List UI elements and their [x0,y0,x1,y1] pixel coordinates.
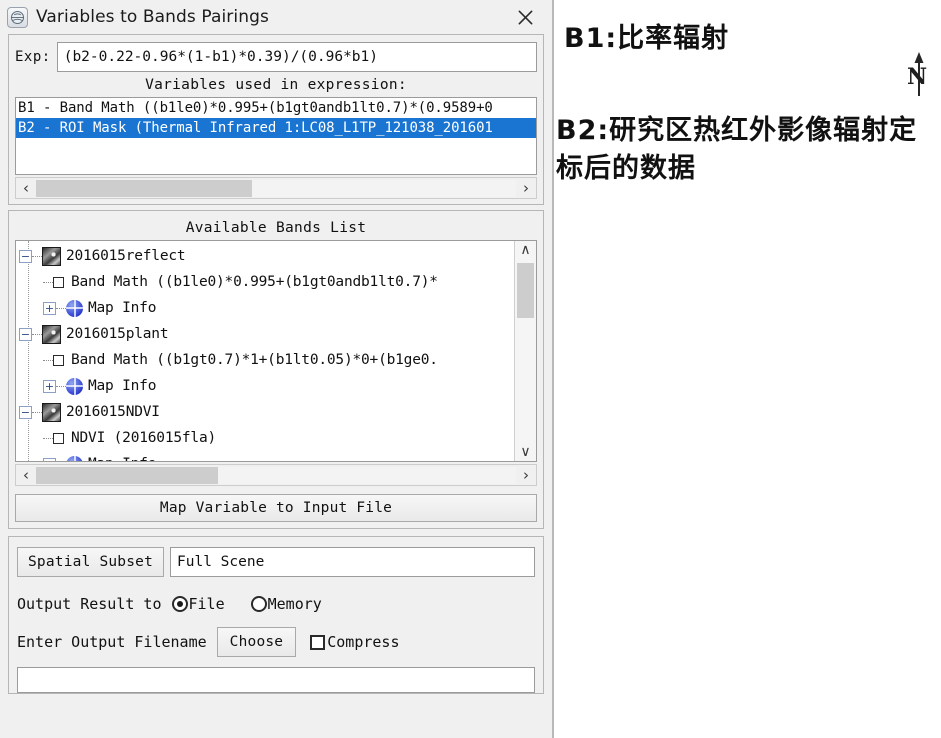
tree-node-label: 2016015plant [66,326,169,342]
tree-node-label: Map Info [88,378,157,394]
variables-used-listbox[interactable]: B1 - Band Math ((b1le0)*0.995+(b1gt0andb… [15,97,537,175]
expand-expander-icon[interactable]: + [43,301,56,315]
hscroll-thumb[interactable] [36,466,219,484]
scroll-left-icon[interactable]: ‹ [16,178,36,198]
scroll-up-icon[interactable]: ∧ [520,243,530,257]
collapse-expander-icon[interactable]: − [19,405,32,419]
tree-node-group[interactable]: − 2016015plant [16,321,514,347]
checkbox-icon[interactable] [53,276,64,288]
tree-node-map-info[interactable]: + Map Info [16,451,514,461]
tree-node-group[interactable]: − 2016015NDVI [16,399,514,425]
choose-button[interactable]: Choose [216,627,297,657]
available-bands-vscrollbar[interactable]: ∧ ∨ [514,241,536,461]
output-result-row: Output Result to File Memory [9,587,543,613]
spatial-subset-value[interactable]: Full Scene [170,547,535,577]
available-bands-tree[interactable]: − 2016015reflect Band Math ((b1le0)*0.99… [15,240,537,462]
output-memory-radio[interactable] [250,596,267,612]
hscroll-thumb[interactable] [36,179,252,197]
envi-globe-icon [7,6,28,28]
tree-node-label: Map Info [88,456,156,461]
expression-row: Exp: (b2-0.22-0.96*(1-b1)*0.39)/(0.96*b1… [15,42,537,72]
collapse-expander-icon[interactable]: − [19,249,32,263]
tree-node-label: 2016015reflect [66,248,186,264]
output-panel: Spatial Subset Full Scene Output Result … [8,536,544,694]
tree-content: − 2016015reflect Band Math ((b1le0)*0.99… [16,241,514,461]
image-thumbnail-icon [42,246,61,266]
globe-icon [66,455,83,461]
tree-node-label: Map Info [88,300,157,316]
image-thumbnail-icon [42,402,61,422]
globe-icon [66,377,83,395]
hscroll-track[interactable] [36,466,516,484]
tree-node-band[interactable]: Band Math ((b1le0)*0.995+(b1gt0andb1lt0.… [16,269,514,295]
compress-label[interactable]: Compress [327,633,399,651]
output-file-radio[interactable] [171,596,188,612]
dialog-titlebar[interactable]: Variables to Bands Pairings [0,0,552,34]
tree-connector [32,333,42,335]
tree-node-band[interactable]: Band Math ((b1gt0.7)*1+(b1lt0.05)*0+(b1g… [16,347,514,373]
variables-used-caption: Variables used in expression: [145,77,407,93]
variables-to-bands-pairings-dialog: Variables to Bands Pairings Exp: (b2-0.2… [0,0,554,738]
screenshot-root: Variables to Bands Pairings Exp: (b2-0.2… [0,0,941,738]
output-filename-row: Enter Output Filename Choose Compress [9,613,543,663]
dialog-body: Exp: (b2-0.22-0.96*(1-b1)*0.39)/(0.96*b1… [0,34,552,694]
expression-panel: Exp: (b2-0.22-0.96*(1-b1)*0.39)/(0.96*b1… [8,34,544,205]
expand-expander-icon[interactable]: + [43,457,56,461]
tree-node-label: Band Math ((b1le0)*0.995+(b1gt0andb1lt0.… [71,274,438,290]
tree-connector [43,359,53,361]
image-thumbnail-icon [42,324,61,344]
close-icon[interactable] [512,4,538,30]
checkbox-icon[interactable] [53,354,64,366]
checkbox-icon[interactable] [53,432,64,444]
output-result-label: Output Result to [17,595,162,613]
expression-label: Exp: [15,49,51,65]
expand-expander-icon[interactable]: + [43,379,56,393]
tree-node-group[interactable]: − 2016015reflect [16,243,514,269]
tree-node-label: 2016015NDVI [66,404,160,420]
variable-row-b1[interactable]: B1 - Band Math ((b1le0)*0.995+(b1gt0andb… [16,98,536,118]
spatial-subset-button[interactable]: Spatial Subset [17,547,165,577]
tree-connector [43,437,53,439]
collapse-expander-icon[interactable]: − [19,327,32,341]
variables-used-hscrollbar[interactable]: ‹ › [15,177,537,199]
scroll-right-icon[interactable]: › [516,178,536,198]
svg-text:N: N [907,64,927,90]
vscroll-thumb[interactable] [517,263,534,318]
map-variable-to-input-file-button[interactable]: Map Variable to Input File [15,494,537,522]
tree-node-map-info[interactable]: + Map Info [16,373,514,399]
output-filename-label: Enter Output Filename [17,633,207,651]
output-file-label[interactable]: File [189,595,225,613]
tree-connector [43,281,53,283]
tree-connector [56,307,66,309]
annotation-b2: B2:研究区热红外影像辐射定标后的数据 [556,115,918,185]
expression-input[interactable]: (b2-0.22-0.96*(1-b1)*0.39)/(0.96*b1) [56,42,537,72]
available-bands-hscrollbar[interactable]: ‹ › [15,464,537,486]
annotation-area: B1:比率辐射 B2:研究区热红外影像辐射定标后的数据 N 知乎 @地理遥感生态… [554,0,941,738]
scroll-left-icon[interactable]: ‹ [16,465,36,485]
available-bands-caption: Available Bands List [185,220,367,236]
tree-node-band[interactable]: NDVI (2016015fla) [16,425,514,451]
scroll-down-icon[interactable]: ∨ [520,445,530,459]
variable-row-b2[interactable]: B2 - ROI Mask (Thermal Infrared 1:LC08_L… [16,118,536,138]
compress-checkbox[interactable] [310,634,326,650]
tree-connector [56,385,66,387]
tree-connector [32,255,42,257]
scroll-right-icon[interactable]: › [516,465,536,485]
tree-node-label: NDVI (2016015fla) [71,430,217,446]
spatial-subset-row: Spatial Subset Full Scene [9,537,543,587]
north-arrow-icon: N [902,48,934,105]
tree-node-map-info[interactable]: + Map Info [16,295,514,321]
tree-connector [32,411,42,413]
annotation-b1: B1:比率辐射 [564,23,730,54]
output-filename-input[interactable] [17,667,535,693]
output-memory-label[interactable]: Memory [268,595,322,613]
tree-node-label: Band Math ((b1gt0.7)*1+(b1lt0.05)*0+(b1g… [71,352,438,368]
globe-icon [66,299,83,317]
hscroll-track[interactable] [36,179,516,197]
available-bands-panel: Available Bands List − 2016015reflect Ba… [8,210,544,529]
dialog-title: Variables to Bands Pairings [36,7,269,27]
